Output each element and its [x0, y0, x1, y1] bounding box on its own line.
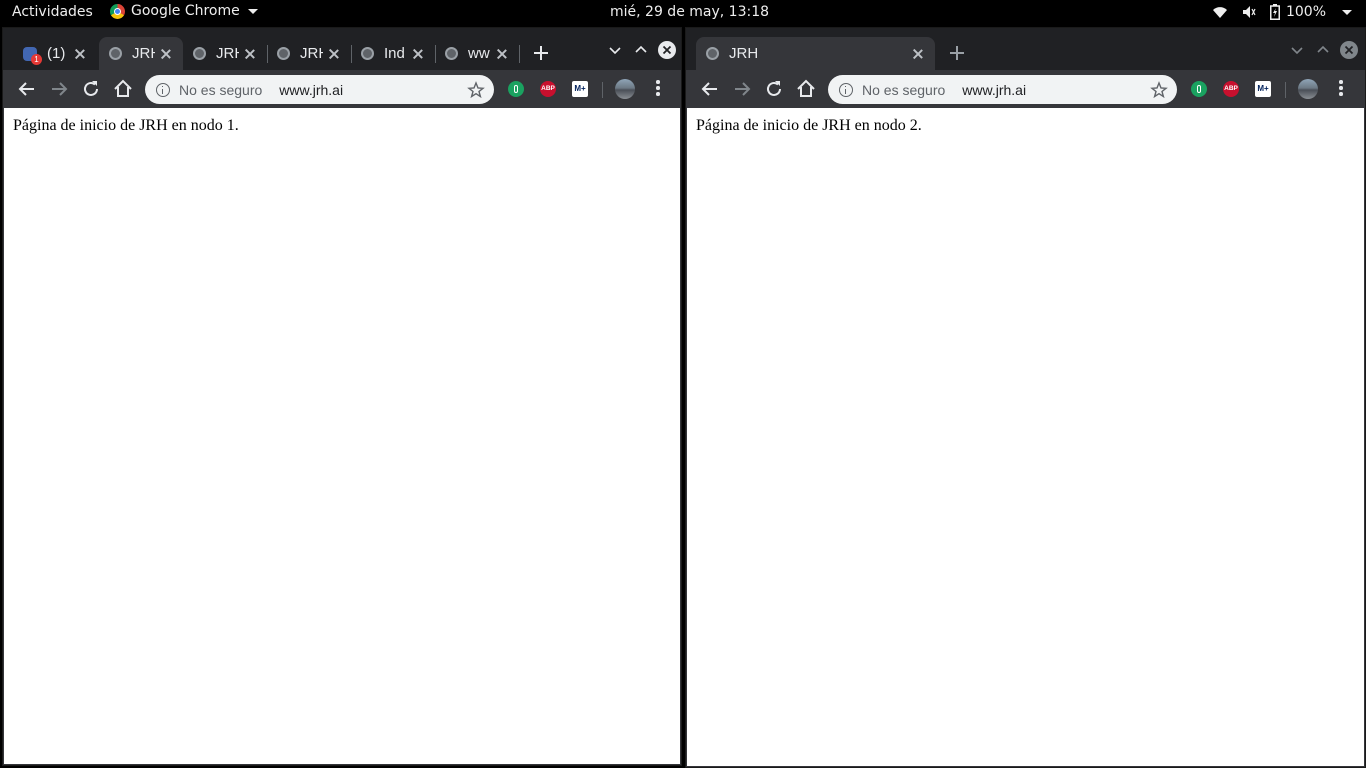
clock[interactable]: mié, 29 de may, 13:18 — [610, 4, 769, 20]
battery-icon — [1269, 4, 1280, 20]
maximize-icon[interactable] — [631, 40, 651, 60]
window-close-icon[interactable] — [1339, 40, 1359, 60]
tab-title: JRH — [132, 45, 155, 62]
window-close-icon[interactable] — [657, 40, 677, 60]
tab-jrh-active[interactable]: JRH — [696, 37, 935, 70]
tab-ind[interactable]: Ind — [351, 37, 435, 70]
info-icon[interactable] — [839, 82, 853, 97]
tab-title: (1) — [47, 45, 66, 62]
back-arrow-icon[interactable] — [699, 78, 721, 100]
tab-strip: JRH — [686, 28, 1365, 70]
bookmark-star-icon[interactable] — [467, 80, 485, 99]
tab-search-chevron-icon[interactable] — [605, 40, 625, 60]
tab-title: Ind — [384, 45, 405, 62]
profile-avatar[interactable] — [1298, 79, 1318, 99]
movistar-extension-icon[interactable]: M+ — [572, 81, 588, 97]
tab-title: ww — [468, 45, 490, 62]
globe-icon — [445, 47, 458, 60]
close-icon[interactable] — [327, 47, 341, 61]
page-text: Página de inicio de JRH en nodo 1. — [13, 117, 239, 134]
close-icon[interactable] — [243, 47, 257, 61]
system-menu-caret-icon — [1342, 9, 1352, 15]
page-content: Página de inicio de JRH en nodo 2. — [687, 108, 1364, 766]
url-text[interactable]: www.jrh.ai — [279, 82, 467, 98]
wifi-icon — [1212, 7, 1227, 18]
profile-avatar[interactable] — [615, 79, 635, 99]
globe-icon — [277, 47, 290, 60]
url-text[interactable]: www.jrh.ai — [962, 82, 1150, 98]
forward-arrow-icon[interactable] — [731, 78, 753, 100]
gnome-top-bar: Actividades Google Chrome mié, 29 de may… — [0, 0, 1366, 27]
tab-separator — [519, 45, 520, 63]
volume-icon — [1242, 6, 1256, 18]
activities-button[interactable]: Actividades — [12, 4, 93, 20]
tab-ww[interactable]: ww — [435, 37, 519, 70]
address-bar[interactable]: No es seguro www.jrh.ai — [145, 75, 494, 104]
notification-badge: 1 — [31, 53, 42, 65]
back-arrow-icon[interactable] — [16, 78, 38, 100]
home-icon[interactable] — [795, 78, 817, 100]
kebab-menu-icon[interactable] — [656, 80, 660, 98]
reload-icon[interactable] — [763, 78, 785, 100]
info-icon[interactable] — [156, 82, 170, 97]
system-status-area[interactable]: 100% — [1212, 4, 1352, 20]
app-menu[interactable]: Google Chrome — [110, 3, 258, 19]
close-icon[interactable] — [495, 47, 509, 61]
app-menu-label: Google Chrome — [131, 3, 240, 19]
tab-title: JRH — [729, 45, 759, 62]
home-icon[interactable] — [112, 78, 134, 100]
close-icon[interactable] — [73, 47, 87, 61]
new-tab-button[interactable] — [530, 42, 552, 64]
toolbar-separator — [602, 82, 603, 98]
extension-green-icon[interactable] — [1191, 81, 1207, 97]
security-chip[interactable]: No es seguro — [862, 82, 945, 98]
close-icon[interactable] — [159, 47, 173, 61]
forward-arrow-icon[interactable] — [48, 78, 70, 100]
address-bar[interactable]: No es seguro www.jrh.ai — [828, 75, 1177, 104]
new-tab-button[interactable] — [946, 42, 968, 64]
adblock-plus-icon[interactable]: ABP — [540, 81, 556, 97]
movistar-extension-icon[interactable]: M+ — [1255, 81, 1271, 97]
bookmark-star-icon[interactable] — [1150, 80, 1168, 99]
tab-title: JRH — [300, 45, 323, 62]
reload-icon[interactable] — [80, 78, 102, 100]
chrome-logo-icon — [110, 3, 125, 19]
globe-icon — [706, 47, 719, 60]
tab-jrh-3[interactable]: JRH — [267, 37, 351, 70]
tab-search-chevron-icon[interactable] — [1287, 40, 1307, 60]
browser-toolbar: No es seguro www.jrh.ai ABP M+ — [3, 70, 681, 108]
close-icon[interactable] — [911, 47, 925, 61]
close-icon[interactable] — [411, 47, 425, 61]
kebab-menu-icon[interactable] — [1339, 80, 1343, 98]
globe-icon — [361, 47, 374, 60]
tab-jrh-active[interactable]: JRH — [99, 37, 183, 70]
facebook-icon: 1 — [23, 46, 42, 65]
tab-jrh-2[interactable]: JRH — [183, 37, 267, 70]
globe-icon — [109, 47, 122, 60]
page-content: Página de inicio de JRH en nodo 1. — [4, 108, 680, 764]
tab-strip: 1 (1) JRH JRH JRH Ind ww — [3, 28, 681, 70]
globe-icon — [193, 47, 206, 60]
security-chip[interactable]: No es seguro — [179, 82, 262, 98]
chrome-window-2: JRH No es seguro www.jrh.ai ABP M+ Págin… — [685, 27, 1366, 768]
extension-green-icon[interactable] — [508, 81, 524, 97]
browser-toolbar: No es seguro www.jrh.ai ABP M+ — [686, 70, 1365, 108]
maximize-icon[interactable] — [1313, 40, 1333, 60]
adblock-plus-icon[interactable]: ABP — [1223, 81, 1239, 97]
page-text: Página de inicio de JRH en nodo 2. — [696, 117, 922, 134]
chevron-down-icon — [247, 8, 258, 14]
toolbar-separator — [1285, 82, 1286, 98]
tab-title: JRH — [216, 45, 239, 62]
chrome-window-1: 1 (1) JRH JRH JRH Ind ww — [2, 27, 682, 766]
battery-percentage: 100% — [1285, 4, 1326, 20]
tab-facebook[interactable]: 1 (1) — [13, 37, 97, 70]
